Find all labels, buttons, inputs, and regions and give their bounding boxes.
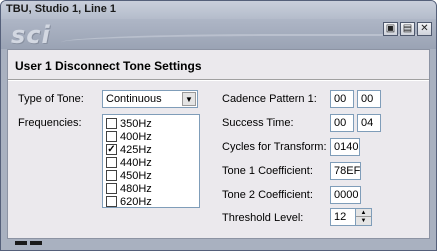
frequency-label: 400Hz xyxy=(120,130,152,143)
maximize-icon: ▤ xyxy=(402,23,413,34)
checkbox[interactable] xyxy=(106,118,117,129)
spin-up-icon[interactable]: ▲ xyxy=(356,209,371,217)
checkbox[interactable] xyxy=(106,131,117,142)
frequency-option[interactable]: 620Hz xyxy=(106,195,152,208)
frequency-option[interactable]: 440Hz xyxy=(106,156,152,169)
window-controls: ▣ ▤ ✕ xyxy=(383,22,432,36)
tone2-coefficient-field[interactable]: 0000 xyxy=(330,186,361,204)
cycles-field[interactable]: 0140 xyxy=(330,138,360,156)
frequency-option[interactable]: ✓ 425Hz xyxy=(106,143,152,156)
checkmark-icon: ✓ xyxy=(107,143,116,155)
cadence-field-1[interactable]: 00 xyxy=(330,90,354,108)
type-of-tone-select[interactable]: Continuous ▼ xyxy=(102,90,198,108)
maximize-button[interactable]: ▤ xyxy=(400,22,415,36)
type-of-tone-label: Type of Tone: xyxy=(18,93,84,105)
page-title: User 1 Disconnect Tone Settings xyxy=(15,59,202,73)
frequency-label: 425Hz xyxy=(120,143,152,156)
settings-window: TBU, Studio 1, Line 1 sci ▣ ▤ ✕ User 1 D… xyxy=(0,0,437,251)
sci-logo: sci xyxy=(11,21,51,49)
threshold-level-label: Threshold Level: xyxy=(222,212,304,224)
tone1-coefficient-label: Tone 1 Coefficient: xyxy=(222,165,313,177)
resize-grip[interactable] xyxy=(15,241,45,246)
spin-down-icon[interactable]: ▼ xyxy=(356,217,371,225)
cadence-field-2[interactable]: 00 xyxy=(357,90,381,108)
frequencies-label: Frequencies: xyxy=(18,117,82,129)
chevron-down-icon[interactable]: ▼ xyxy=(182,92,196,106)
close-button[interactable]: ✕ xyxy=(417,22,432,36)
frequency-label: 620Hz xyxy=(120,195,152,208)
frequency-option[interactable]: 350Hz xyxy=(106,117,152,130)
logo-swoosh xyxy=(61,34,431,48)
frequency-option[interactable]: 480Hz xyxy=(106,182,152,195)
restore-icon: ▣ xyxy=(385,23,396,34)
heading-divider xyxy=(8,79,429,81)
threshold-level-field[interactable]: 12 xyxy=(330,208,356,226)
success-time-field-2[interactable]: 04 xyxy=(357,114,381,132)
checkbox[interactable] xyxy=(106,196,117,207)
cadence-pattern-label: Cadence Pattern 1: xyxy=(222,93,317,105)
frequency-label: 480Hz xyxy=(120,182,152,195)
close-icon: ✕ xyxy=(420,23,429,34)
frequency-label: 350Hz xyxy=(120,117,152,130)
tone2-coefficient-label: Tone 2 Coefficient: xyxy=(222,189,313,201)
frequency-label: 450Hz xyxy=(120,169,152,182)
checkbox[interactable] xyxy=(106,157,117,168)
frequencies-list[interactable]: 350Hz 400Hz ✓ 425Hz 440Hz 450Hz 480Hz 62… xyxy=(102,114,200,208)
window-title: TBU, Studio 1, Line 1 xyxy=(6,3,117,15)
tone1-coefficient-field[interactable]: 78EF xyxy=(330,162,361,180)
checkbox[interactable] xyxy=(106,170,117,181)
frequency-label: 440Hz xyxy=(120,156,152,169)
type-of-tone-value: Continuous xyxy=(106,93,162,105)
restore-button[interactable]: ▣ xyxy=(383,22,398,36)
success-time-label: Success Time: xyxy=(222,117,294,129)
success-time-field-1[interactable]: 00 xyxy=(330,114,354,132)
frequency-option[interactable]: 450Hz xyxy=(106,169,152,182)
checkbox-checked[interactable]: ✓ xyxy=(106,144,117,155)
title-bar[interactable]: TBU, Studio 1, Line 1 xyxy=(1,1,436,19)
threshold-spinner[interactable]: ▲ ▼ xyxy=(355,208,372,226)
checkbox[interactable] xyxy=(106,183,117,194)
cycles-label: Cycles for Transform: xyxy=(222,141,327,153)
frequency-option[interactable]: 400Hz xyxy=(106,130,152,143)
